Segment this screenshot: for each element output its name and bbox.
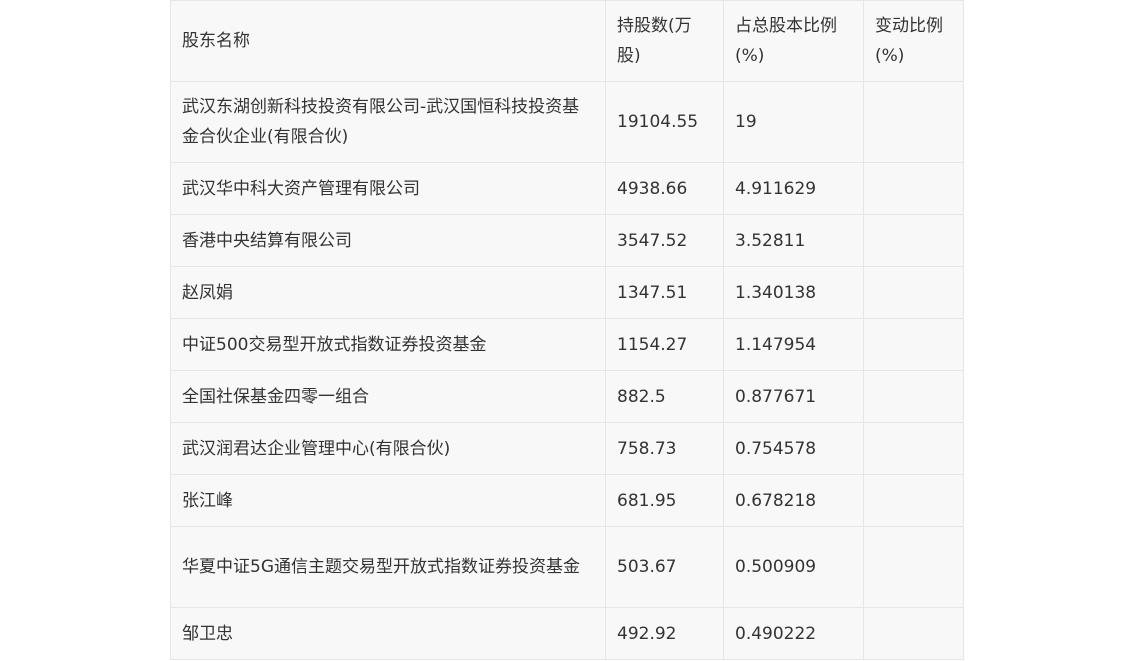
cell-shareholder-name: 香港中央结算有限公司 (170, 214, 606, 267)
table-row: 全国社保基金四零一组合 882.5 0.877671 (170, 370, 964, 423)
cell-change (863, 266, 964, 319)
cell-change (863, 607, 964, 660)
table-row: 张江峰 681.95 0.678218 (170, 474, 964, 527)
table-row: 香港中央结算有限公司 3547.52 3.52811 (170, 214, 964, 267)
cell-ratio: 3.52811 (723, 214, 864, 267)
table-row: 武汉润君达企业管理中心(有限合伙) 758.73 0.754578 (170, 422, 964, 475)
cell-ratio: 0.500909 (723, 526, 864, 608)
table-row: 中证500交易型开放式指数证券投资基金 1154.27 1.147954 (170, 318, 964, 371)
shareholder-table-container: 股东名称 持股数(万股) 占总股本比例(%) 变动比例(%) 武汉东湖创新科技投… (170, 0, 964, 660)
cell-change (863, 422, 964, 475)
header-shares-held: 持股数(万股) (605, 0, 724, 82)
table-row: 华夏中证5G通信主题交易型开放式指数证券投资基金 503.67 0.500909 (170, 526, 964, 608)
cell-ratio: 0.754578 (723, 422, 864, 475)
header-shareholder-name: 股东名称 (170, 0, 606, 82)
cell-ratio: 0.678218 (723, 474, 864, 527)
cell-change (863, 370, 964, 423)
cell-change (863, 474, 964, 527)
cell-change (863, 526, 964, 608)
cell-shares: 4938.66 (605, 162, 724, 215)
cell-shares: 19104.55 (605, 81, 724, 163)
cell-change (863, 81, 964, 163)
cell-shareholder-name: 全国社保基金四零一组合 (170, 370, 606, 423)
cell-shares: 503.67 (605, 526, 724, 608)
cell-change (863, 318, 964, 371)
cell-shareholder-name: 武汉东湖创新科技投资有限公司-武汉国恒科技投资基金合伙企业(有限合伙) (170, 81, 606, 163)
cell-change (863, 162, 964, 215)
cell-shareholder-name: 赵凤娟 (170, 266, 606, 319)
cell-ratio: 4.911629 (723, 162, 864, 215)
table-row: 邹卫忠 492.92 0.490222 (170, 607, 964, 660)
cell-ratio: 1.340138 (723, 266, 864, 319)
cell-shareholder-name: 邹卫忠 (170, 607, 606, 660)
cell-shares: 681.95 (605, 474, 724, 527)
header-share-ratio: 占总股本比例(%) (723, 0, 864, 82)
cell-ratio: 0.877671 (723, 370, 864, 423)
cell-shareholder-name: 武汉华中科大资产管理有限公司 (170, 162, 606, 215)
cell-ratio: 1.147954 (723, 318, 864, 371)
cell-shares: 758.73 (605, 422, 724, 475)
cell-ratio: 19 (723, 81, 864, 163)
cell-shares: 3547.52 (605, 214, 724, 267)
shareholder-table: 股东名称 持股数(万股) 占总股本比例(%) 变动比例(%) 武汉东湖创新科技投… (170, 0, 964, 660)
cell-shareholder-name: 中证500交易型开放式指数证券投资基金 (170, 318, 606, 371)
cell-change (863, 214, 964, 267)
cell-shares: 1154.27 (605, 318, 724, 371)
table-row: 武汉华中科大资产管理有限公司 4938.66 4.911629 (170, 162, 964, 215)
header-change-ratio: 变动比例(%) (863, 0, 964, 82)
cell-shareholder-name: 武汉润君达企业管理中心(有限合伙) (170, 422, 606, 475)
cell-shareholder-name: 华夏中证5G通信主题交易型开放式指数证券投资基金 (170, 526, 606, 608)
table-header-row: 股东名称 持股数(万股) 占总股本比例(%) 变动比例(%) (170, 0, 964, 82)
table-row: 武汉东湖创新科技投资有限公司-武汉国恒科技投资基金合伙企业(有限合伙) 1910… (170, 81, 964, 163)
cell-ratio: 0.490222 (723, 607, 864, 660)
cell-shares: 882.5 (605, 370, 724, 423)
table-row: 赵凤娟 1347.51 1.340138 (170, 266, 964, 319)
cell-shares: 1347.51 (605, 266, 724, 319)
cell-shareholder-name: 张江峰 (170, 474, 606, 527)
cell-shares: 492.92 (605, 607, 724, 660)
